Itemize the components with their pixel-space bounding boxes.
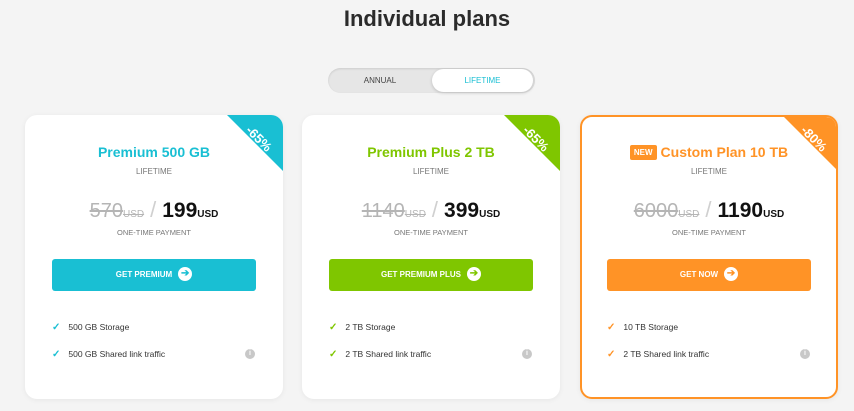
plan-card-custom-10tb: -80% NEW Custom Plan 10 TB LIFETIME 6000U… bbox=[580, 115, 838, 399]
feature-label: 2 TB Storage bbox=[345, 322, 396, 332]
get-premium-plus-button[interactable]: GET PREMIUM PLUS ➔ bbox=[329, 259, 533, 291]
get-now-button[interactable]: GET NOW ➔ bbox=[607, 259, 811, 291]
plan-name: Premium Plus 2 TB bbox=[367, 144, 495, 160]
arrow-right-icon: ➔ bbox=[724, 266, 739, 281]
check-icon: ✓ bbox=[329, 322, 338, 333]
feature-label: 500 GB Storage bbox=[68, 322, 130, 332]
check-icon: ✓ bbox=[52, 349, 61, 360]
new-price: 399 bbox=[444, 199, 480, 222]
cta-label: GET PREMIUM bbox=[115, 270, 173, 279]
price-row: 570USD/199USD bbox=[25, 197, 283, 223]
check-icon: ✓ bbox=[329, 349, 338, 360]
feature-label: 2 TB Shared link traffic bbox=[623, 349, 710, 359]
price-row: 6000USD/1190USD bbox=[582, 197, 836, 223]
get-premium-button[interactable]: GET PREMIUM ➔ bbox=[52, 259, 256, 291]
billing-toggle[interactable]: ANNUAL LIFETIME bbox=[328, 68, 535, 93]
payment-type: ONE-TIME PAYMENT bbox=[394, 228, 468, 237]
cta-label: GET PREMIUM PLUS bbox=[380, 270, 461, 279]
feature-traffic: ✓ 500 GB Shared link traffic bbox=[52, 349, 165, 360]
old-currency: USD bbox=[678, 209, 700, 220]
feature-storage: ✓ 500 GB Storage bbox=[52, 322, 129, 333]
plan-period: LIFETIME bbox=[690, 167, 727, 176]
check-icon: ✓ bbox=[607, 349, 616, 360]
plan-card-premium-plus-2tb: -65% Premium Plus 2 TB LIFETIME 1140USD /… bbox=[302, 115, 560, 399]
plan-name: Premium 500 GB bbox=[97, 144, 211, 160]
old-price: 6000 bbox=[633, 200, 679, 222]
feature-label: 2 TB Shared link traffic bbox=[345, 349, 432, 359]
new-badge: NEW bbox=[629, 145, 657, 160]
payment-type: ONE-TIME PAYMENT bbox=[672, 228, 746, 237]
feature-traffic: ✓ 2 TB Shared link traffic bbox=[329, 349, 431, 360]
arrow-right-icon: ➔ bbox=[178, 266, 193, 281]
info-icon[interactable]: i bbox=[245, 349, 255, 359]
feature-traffic: ✓ 2 TB Shared link traffic bbox=[607, 349, 709, 360]
payment-type: ONE-TIME PAYMENT bbox=[117, 228, 191, 237]
price-separator: / bbox=[705, 197, 712, 222]
price-separator: / bbox=[150, 197, 157, 222]
feature-storage: ✓ 10 TB Storage bbox=[607, 322, 678, 333]
info-icon[interactable]: i bbox=[522, 349, 532, 359]
arrow-right-icon: ➔ bbox=[467, 266, 481, 281]
old-price: 570 bbox=[89, 200, 123, 222]
plan-name-text: Custom Plan 10 TB bbox=[660, 144, 789, 160]
page-title: Individual plans bbox=[343, 6, 511, 31]
feature-label: 500 GB Shared link traffic bbox=[68, 349, 166, 359]
toggle-annual[interactable]: ANNUAL bbox=[328, 68, 432, 93]
plan-period: LIFETIME bbox=[412, 167, 449, 176]
old-currency: USD bbox=[404, 209, 426, 220]
old-price: 1140 bbox=[361, 200, 405, 222]
price-row: 1140USD/399USD bbox=[302, 197, 560, 223]
new-price: 199 bbox=[162, 199, 198, 222]
new-currency: USD bbox=[763, 209, 785, 220]
plan-period: LIFETIME bbox=[135, 167, 172, 176]
new-price: 1190 bbox=[717, 199, 764, 222]
check-icon: ✓ bbox=[607, 322, 616, 333]
plan-name: NEW Custom Plan 10 TB bbox=[582, 144, 836, 160]
cta-label: GET NOW bbox=[679, 270, 719, 279]
feature-storage: ✓ 2 TB Storage bbox=[329, 322, 395, 333]
toggle-lifetime[interactable]: LIFETIME bbox=[432, 69, 533, 92]
plan-card-premium-500gb: -65% Premium 500 GB LIFETIME 570USD/199U… bbox=[25, 115, 283, 399]
new-currency: USD bbox=[197, 209, 219, 220]
feature-label: 10 TB Storage bbox=[623, 322, 679, 332]
old-currency: USD bbox=[122, 209, 145, 220]
info-icon[interactable]: i bbox=[800, 349, 810, 359]
check-icon: ✓ bbox=[52, 322, 61, 333]
price-separator: / bbox=[431, 197, 439, 222]
new-currency: USD bbox=[479, 209, 501, 220]
